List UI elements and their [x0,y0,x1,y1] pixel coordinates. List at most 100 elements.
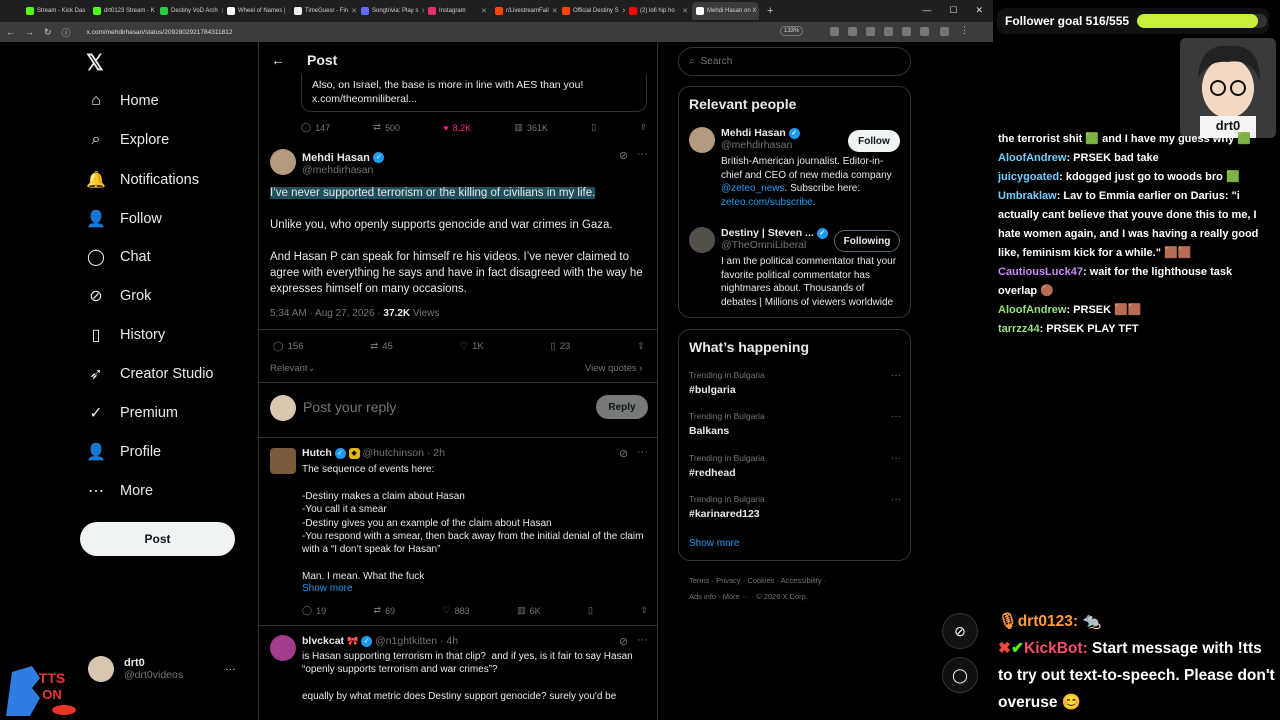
zoom-badge[interactable]: 133% [780,26,804,36]
follow-button[interactable]: Follow [848,130,900,152]
like-action[interactable]: ♥ 8.2K [443,123,471,133]
forward-nav-icon[interactable]: → [25,27,34,37]
chat-icon[interactable]: ◯ [942,657,978,693]
like-action[interactable]: ♡ 1K [460,341,484,352]
account-switcher[interactable]: drt0 @drt0videos ··· [88,656,236,682]
bookmark-action[interactable]: ▯ 23 [550,341,570,352]
trend-item[interactable]: Trending in Bulgaria #redhead ··· [689,453,901,479]
bookmark-action[interactable]: ▯ [588,605,593,616]
views-action[interactable]: ▥ 6K [517,605,541,616]
browser-tab[interactable]: r/LivestreamFail ✕ [491,2,558,20]
avatar[interactable] [689,127,715,153]
trend-more-icon[interactable]: ··· [891,453,901,464]
extension-icon[interactable] [830,27,839,36]
trend-item[interactable]: Trending in Bulgaria #karinared123 ··· [689,494,901,520]
search-input[interactable]: ⌕ Search [678,47,911,76]
minimize-icon[interactable]: — [922,5,931,16]
browser-tab[interactable]: Stream - Kick Das✕ [22,2,89,20]
footer-links[interactable]: Ads info · More ··· · © 2026 X Corp. [689,592,808,601]
extension-icon[interactable] [866,27,875,36]
grok-icon[interactable]: ⊘ [619,447,628,460]
nav-item-profile[interactable]: 👤 Profile [86,442,161,462]
like-action[interactable]: ♡ 883 [443,605,470,616]
chat-username[interactable]: CautiousLuck47 [998,266,1083,278]
nav-item-explore[interactable]: ⌕ Explore [86,131,170,149]
browser-tab[interactable]: Official Destiny S ✕ [558,2,625,20]
reply-action[interactable]: ◯ 19 [302,605,326,616]
reload-icon[interactable]: ↻ [44,27,52,38]
following-button[interactable]: Following [834,230,900,252]
nav-item-grok[interactable]: ⊘ Grok [86,286,151,306]
browser-tab[interactable]: Wheel of Names |✕ [223,2,290,20]
nav-item-chat[interactable]: ◯ Chat [86,247,151,267]
chat-username[interactable]: AloofAndrew [998,304,1066,316]
maximize-icon[interactable]: ☐ [949,5,957,16]
trend-more-icon[interactable]: ··· [891,370,901,381]
view-quotes-link[interactable]: View quotes › [585,363,642,374]
close-tab-icon[interactable]: ✕ [552,7,558,15]
sort-dropdown[interactable]: Relevant⌄ [270,363,315,374]
trend-item[interactable]: Trending in Bulgaria Balkans ··· [689,411,901,437]
show-more-link[interactable]: Show more [689,538,740,549]
browser-tab[interactable]: Songtrivia: Play s✕ [357,2,424,20]
chat-username[interactable]: juicygoated [998,171,1059,183]
post-more-icon[interactable]: ··· [637,634,648,646]
extension-icon[interactable] [920,27,929,36]
x-logo[interactable]: 𝕏 [86,50,104,76]
share-action[interactable]: ⇪ [639,122,647,133]
repost-action[interactable]: ⇄ 500 [373,122,400,133]
post-author[interactable]: Mehdi Hasan ✓ @mehdirhasan [302,149,385,176]
extension-icon[interactable] [848,27,857,36]
nav-item-notifications[interactable]: 🔔 Notifications [86,170,199,190]
browser-tab[interactable]: Mehdi Hasan on X✕ [692,2,759,20]
repost-action[interactable]: ⇄ 69 [374,605,396,616]
share-action[interactable]: ⇪ [640,605,648,616]
chat-username[interactable]: AloofAndrew [998,152,1066,164]
chat-username[interactable]: Umbraklaw [998,190,1057,202]
nav-item-creator-studio[interactable]: ➶ Creator Studio [86,364,213,384]
chat-username[interactable]: tarrzz44 [998,323,1040,335]
trend-more-icon[interactable]: ··· [891,494,901,505]
profile-icon[interactable] [940,27,949,36]
nav-item-more[interactable]: ⋯ More [86,481,153,501]
avatar[interactable] [270,635,296,661]
close-window-icon[interactable]: ✕ [975,5,983,16]
new-tab-button[interactable]: + [767,5,773,17]
back-arrow-icon[interactable]: ← [271,52,285,68]
close-tab-icon[interactable]: ✕ [682,7,688,15]
bio-link[interactable]: zeteo.com/subscribe [721,197,813,208]
nav-item-home[interactable]: ⌂ Home [86,92,159,110]
trend-item[interactable]: Trending in Bulgaria #bulgaria ··· [689,370,901,396]
menu-icon[interactable]: ⋮ [960,25,969,35]
avatar[interactable] [689,227,715,253]
grok-icon[interactable]: ⊘ [942,613,978,649]
url-field[interactable]: x.com/mehdirhasan/status/209280292178431… [87,29,233,36]
reply-input[interactable]: Post your reply [303,399,396,415]
browser-tab[interactable]: (2) lofi hip ho ✕ [625,2,692,20]
post-more-icon[interactable]: ··· [637,148,648,160]
quoted-post[interactable]: Also, on Israel, the base is more in lin… [301,74,647,112]
extension-icon[interactable] [902,27,911,36]
reply-action[interactable]: ◯ 156 [273,341,304,352]
nav-item-premium[interactable]: ✓ Premium [86,403,178,423]
reply-button[interactable]: Reply [596,395,648,419]
browser-tab[interactable]: TimeGuesr - Fin ✕ [290,2,357,20]
share-action[interactable]: ⇪ [637,341,645,352]
grok-icon[interactable]: ⊘ [619,635,628,648]
browser-tab[interactable]: Instagram ✕ [424,2,491,20]
footer-links[interactable]: Terms · Privacy · Cookies · Accessibilit… [689,576,826,585]
grok-icon[interactable]: ⊘ [619,149,628,162]
bookmark-action[interactable]: ▯ [591,122,596,133]
views-action[interactable]: ▥ 361K [514,122,548,133]
trend-more-icon[interactable]: ··· [891,411,901,422]
account-more-icon[interactable]: ··· [225,663,236,675]
reply-action[interactable]: ◯ 147 [301,122,330,133]
extension-icon[interactable] [884,27,893,36]
post-more-icon[interactable]: ··· [637,446,648,458]
browser-tab[interactable]: drt0123 Stream - K✕ [89,2,156,20]
reply-author[interactable]: Hutch [302,447,332,459]
post-button[interactable]: Post [80,522,235,556]
nav-item-follow[interactable]: 👤 Follow [86,209,162,229]
avatar[interactable] [270,448,296,474]
nav-item-history[interactable]: ▯ History [86,325,166,345]
